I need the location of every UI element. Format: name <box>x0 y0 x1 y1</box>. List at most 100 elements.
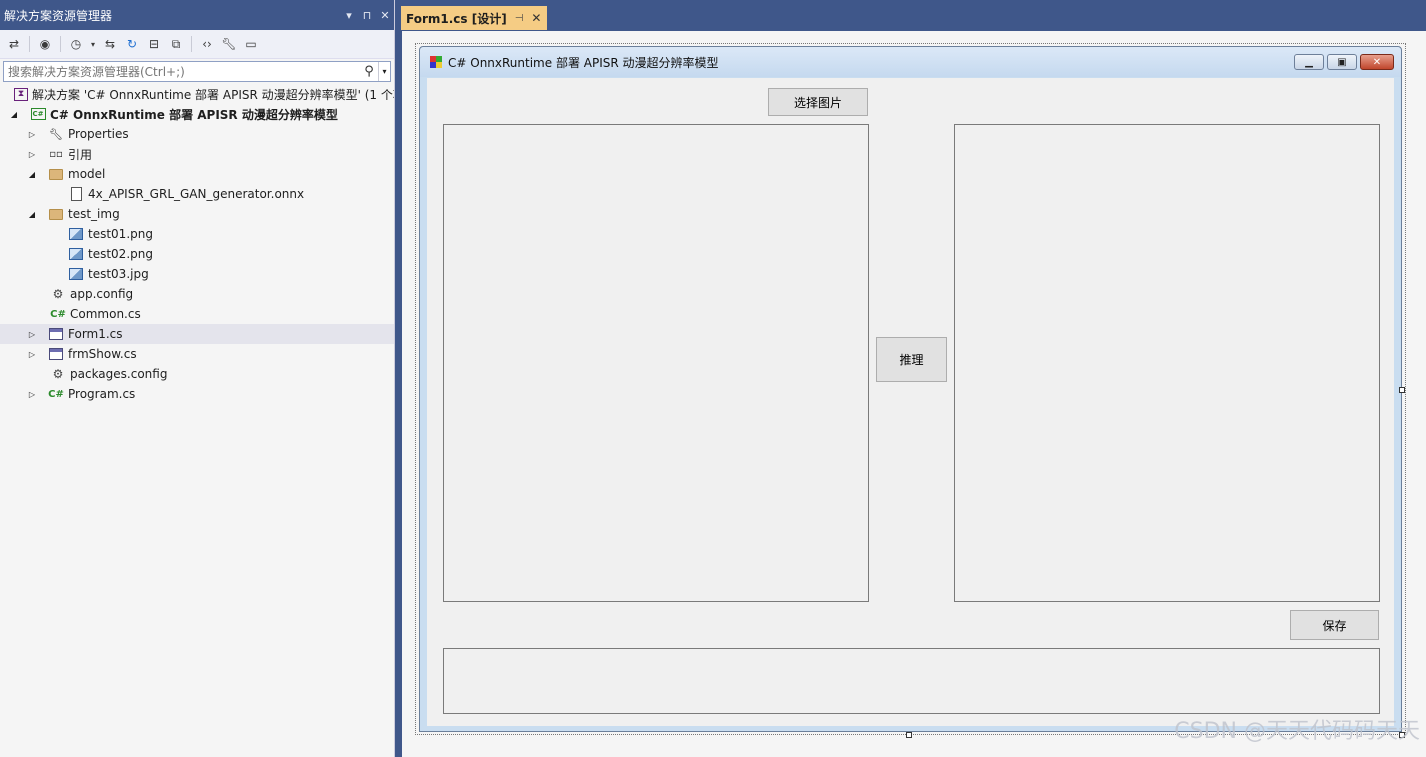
form-titlebar: C# OnnxRuntime 部署 APISR 动漫超分辨率模型 ▁ ▣ ✕ <box>420 47 1401 77</box>
close-icon[interactable]: ✕ <box>376 9 394 22</box>
form-client-area: 选择图片 推理 保存 <box>427 78 1394 726</box>
tree-item-program-cs[interactable]: ▷ C# Program.cs <box>0 384 394 404</box>
solution-explorer-toolbar: ⇄ ◉ ◷ ▾ ⇆ ↻ ⊟ ⧉ ‹› 🔧︎ ▭ <box>0 30 394 59</box>
tree-item-solution[interactable]: ⧗ 解决方案 'C# OnnxRuntime 部署 APISR 动漫超分辨率模型… <box>0 84 394 104</box>
close-window-icon[interactable]: ✕ <box>1360 54 1394 70</box>
tree-item-label: model <box>68 167 106 181</box>
collapsed-arrow-icon[interactable]: ▷ <box>26 344 38 364</box>
resize-handle-right[interactable] <box>1399 387 1405 393</box>
window-position-dropdown-icon[interactable]: ▾ <box>340 9 358 22</box>
solution-search-box: ⚲ ▾ <box>3 61 391 82</box>
solution-explorer-panel: 解决方案资源管理器 ▾ ⊓ ✕ ⇄ ◉ ◷ ▾ ⇆ ↻ ⊟ ⧉ ‹› 🔧︎ ▭ … <box>0 0 395 757</box>
tree-item-label: C# OnnxRuntime 部署 APISR 动漫超分辨率模型 <box>50 107 338 122</box>
chevron-down-icon[interactable]: ▾ <box>88 34 98 54</box>
tree-item-label: 引用 <box>68 147 93 162</box>
image-icon <box>68 226 84 242</box>
form-title: C# OnnxRuntime 部署 APISR 动漫超分辨率模型 <box>448 55 719 70</box>
show-all-files-icon[interactable]: ⧉ <box>166 34 186 54</box>
toolbar-separator <box>191 36 192 52</box>
toolbar-separator <box>60 36 61 52</box>
properties-wrench-icon[interactable]: 🔧︎ <box>219 34 239 54</box>
document-tabstrip: Form1.cs [设计] ⊣ ✕ <box>395 0 1426 31</box>
form-icon <box>48 326 64 342</box>
collapsed-arrow-icon[interactable]: ▷ <box>26 144 38 164</box>
image-icon <box>68 246 84 262</box>
tree-item-app-config[interactable]: ⚙ app.config <box>0 284 394 304</box>
pending-changes-icon[interactable]: ◷ <box>66 34 86 54</box>
collapsed-arrow-icon[interactable]: ▷ <box>26 384 38 404</box>
tree-item-properties[interactable]: ▷ 🔧︎ Properties <box>0 124 394 144</box>
resize-handle-bottom[interactable] <box>906 732 912 738</box>
tree-item-label: test_img <box>68 207 120 221</box>
tab-form1-design[interactable]: Form1.cs [设计] ⊣ ✕ <box>401 6 548 30</box>
csharp-project-icon: C# <box>30 108 46 120</box>
tree-item-label: test01.png <box>88 227 153 241</box>
tree-item-test02[interactable]: test02.png <box>0 244 394 264</box>
tree-item-packages-config[interactable]: ⚙ packages.config <box>0 364 394 384</box>
solution-explorer-titlebar: 解决方案资源管理器 ▾ ⊓ ✕ <box>0 0 394 30</box>
collapsed-arrow-icon[interactable]: ▷ <box>26 324 38 344</box>
tree-item-project[interactable]: ◢ C# C# OnnxRuntime 部署 APISR 动漫超分辨率模型 <box>0 104 394 124</box>
search-options-dropdown-icon[interactable]: ▾ <box>378 62 390 81</box>
save-button[interactable]: 保存 <box>1290 610 1379 640</box>
tree-item-test01[interactable]: test01.png <box>0 224 394 244</box>
output-textbox[interactable] <box>443 648 1380 714</box>
tree-item-form1-cs[interactable]: ▷ Form1.cs <box>0 324 394 344</box>
tree-item-label: test02.png <box>88 247 153 261</box>
output-picturebox[interactable] <box>954 124 1380 602</box>
toolbar-separator <box>29 36 30 52</box>
tree-item-label: test03.jpg <box>88 267 149 281</box>
infer-button[interactable]: 推理 <box>876 337 947 382</box>
tree-item-test03[interactable]: test03.jpg <box>0 264 394 284</box>
tree-item-label: 解决方案 'C# OnnxRuntime 部署 APISR 动漫超分辨率模型' … <box>32 87 394 102</box>
tree-item-label: app.config <box>70 287 134 301</box>
tree-item-label: frmShow.cs <box>68 347 137 361</box>
refresh-icon[interactable]: ↻ <box>122 34 142 54</box>
input-picturebox[interactable] <box>443 124 869 602</box>
tree-item-model-folder[interactable]: ◢ model <box>0 164 394 184</box>
form-icon <box>48 346 64 362</box>
folder-icon <box>48 166 64 182</box>
tree-item-frmshow-cs[interactable]: ▷ frmShow.cs <box>0 344 394 364</box>
minimize-icon[interactable]: ▁ <box>1294 54 1324 70</box>
tab-label: Form1.cs [设计] <box>406 11 507 26</box>
csharp-icon: C# <box>48 388 64 400</box>
globe-icon[interactable]: ◉ <box>35 34 55 54</box>
tree-item-test-img-folder[interactable]: ◢ test_img <box>0 204 394 224</box>
select-image-button[interactable]: 选择图片 <box>768 88 868 116</box>
pin-tab-icon[interactable]: ⊣ <box>515 13 524 24</box>
watermark-text: CSDN @天天代码码天天 <box>1174 719 1420 744</box>
tree-item-label: Program.cs <box>68 387 136 401</box>
view-code-icon[interactable]: ‹› <box>197 34 217 54</box>
tree-item-label: Form1.cs <box>68 327 123 341</box>
expanded-arrow-icon[interactable]: ◢ <box>8 104 20 124</box>
preview-selected-icon[interactable]: ▭ <box>241 34 261 54</box>
switch-views-icon[interactable]: ⇄ <box>4 34 24 54</box>
tree-item-common-cs[interactable]: C# Common.cs <box>0 304 394 324</box>
tree-item-label: 4x_APISR_GRL_GAN_generator.onnx <box>88 187 305 201</box>
references-icon: ▫▫ <box>49 148 63 160</box>
tree-item-label: Properties <box>68 127 129 141</box>
file-icon <box>68 186 84 202</box>
config-icon: ⚙ <box>52 287 64 301</box>
solution-tree: ⧗ 解决方案 'C# OnnxRuntime 部署 APISR 动漫超分辨率模型… <box>0 84 394 404</box>
form-app-icon <box>430 56 442 68</box>
csharp-icon: C# <box>50 308 66 320</box>
tree-item-label: packages.config <box>70 367 168 381</box>
solution-search-input[interactable] <box>4 62 360 81</box>
collapsed-arrow-icon[interactable]: ▷ <box>26 124 38 144</box>
designed-form-window[interactable]: C# OnnxRuntime 部署 APISR 动漫超分辨率模型 ▁ ▣ ✕ 选… <box>419 46 1402 732</box>
tree-item-references[interactable]: ▷ ▫▫ 引用 <box>0 144 394 164</box>
designer-surface: C# OnnxRuntime 部署 APISR 动漫超分辨率模型 ▁ ▣ ✕ 选… <box>402 31 1426 757</box>
sync-with-document-icon[interactable]: ⇆ <box>100 34 120 54</box>
tree-item-onnx-file[interactable]: 4x_APISR_GRL_GAN_generator.onnx <box>0 184 394 204</box>
close-tab-icon[interactable]: ✕ <box>531 11 541 25</box>
expanded-arrow-icon[interactable]: ◢ <box>26 204 38 224</box>
pin-icon[interactable]: ⊓ <box>358 9 376 22</box>
search-icon[interactable]: ⚲ <box>360 64 378 79</box>
expanded-arrow-icon[interactable]: ◢ <box>26 164 38 184</box>
maximize-icon[interactable]: ▣ <box>1327 54 1357 70</box>
document-area: Form1.cs [设计] ⊣ ✕ C# OnnxRuntime 部署 APIS… <box>395 0 1426 757</box>
tree-item-label: Common.cs <box>70 307 141 321</box>
collapse-all-icon[interactable]: ⊟ <box>144 34 164 54</box>
